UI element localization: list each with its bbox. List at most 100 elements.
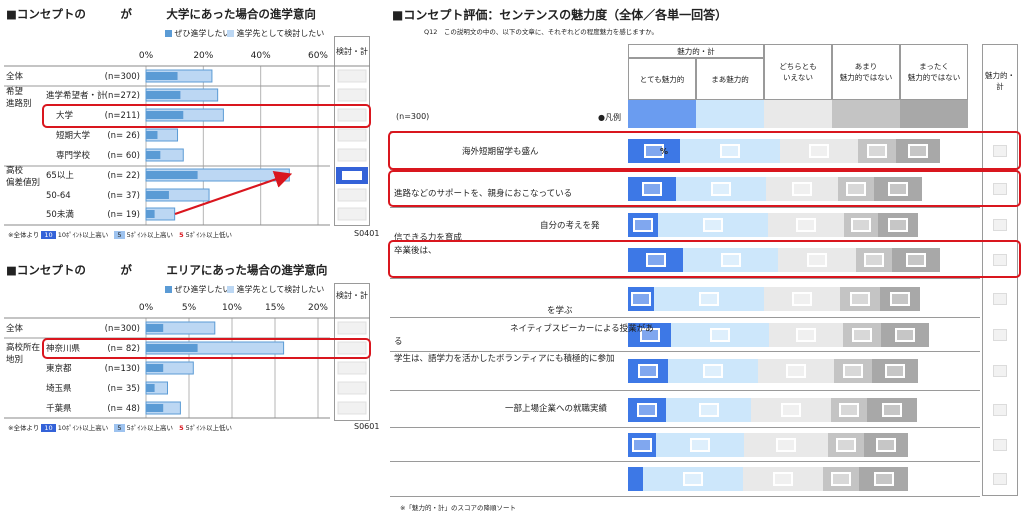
total-value-placeholder (993, 365, 1007, 377)
footnote-bottom: ※全体より 10 10ﾎﾟｲﾝﾄ以上高い 5 5ﾎﾟｲﾝﾄ以上高い 5 5ﾎﾟｲ… (8, 422, 232, 432)
footnote-badge-low: 5 (179, 424, 184, 432)
highlight-box-kanagawa (42, 338, 371, 359)
value-placeholder (786, 364, 806, 378)
n-label: (n=300) (396, 112, 430, 121)
sentence-label: ネイティブスピーカーによる授業があ (510, 324, 654, 334)
value-placeholder (638, 364, 658, 378)
highlight-row-2 (388, 170, 1021, 207)
col-header-1: とても魅力的 (628, 58, 696, 100)
total-value-placeholder (993, 473, 1007, 485)
value-placeholder (882, 403, 902, 417)
row-separator (390, 427, 980, 428)
legend-cell-1 (628, 100, 696, 128)
value-placeholder (796, 328, 816, 342)
value-placeholder (873, 472, 894, 486)
total-value-placeholder (993, 439, 1007, 451)
sentence-label: 一部上場企業への就職実績 (505, 404, 608, 414)
value-placeholder (637, 403, 657, 417)
value-placeholder (888, 218, 908, 232)
code-bottom: S0601 (354, 422, 380, 431)
total-cell (337, 321, 367, 335)
value-placeholder (852, 328, 872, 342)
legend-label: ●凡例 (598, 113, 621, 122)
chart-bottom-svg: 0% 5% 10% 15% 20%全体 (n=300)神奈川県 (n= 82)東京都 (n=1… (4, 303, 370, 419)
value-placeholder (703, 218, 723, 232)
row-separator (390, 496, 980, 497)
sentence-label: る (394, 337, 403, 347)
value-placeholder (710, 328, 730, 342)
category-label: 埼玉県 (46, 383, 72, 394)
value-placeholder (703, 364, 723, 378)
col-header-2: まあ魅力的 (696, 58, 764, 100)
total-cell (337, 361, 367, 375)
question-text: Q12 この説明文の中の、以下の文章に、それぞれどの程度魅力を感じますか。 (424, 28, 659, 36)
sentence-label: 学生は、語学力を活かしたボランティアにも積極的に参加 (394, 354, 615, 364)
header-group: 魅力的・計 (628, 44, 764, 58)
legend-cell-2 (696, 100, 764, 128)
legend-cell-4 (832, 100, 900, 128)
footnote-text: ※全体より (8, 424, 40, 432)
footnote-text: 10ﾎﾟｲﾝﾄ以上高い (57, 424, 109, 432)
footnote-badge-10: 10 (41, 424, 56, 432)
total-value-placeholder (993, 404, 1007, 416)
total-cell (337, 401, 367, 415)
bar-definitely (146, 384, 155, 392)
tick-label: 20% (308, 303, 328, 313)
highlight-row-1 (388, 131, 1021, 170)
total-value-placeholder (993, 329, 1007, 341)
row-separator (390, 278, 980, 279)
value-placeholder (699, 292, 719, 306)
value-placeholder (895, 328, 915, 342)
n-label: (n=300) (105, 324, 140, 334)
value-placeholder (776, 438, 796, 452)
stacked-segment (628, 467, 643, 491)
n-label: (n= 48) (107, 404, 140, 414)
value-placeholder (698, 403, 719, 417)
value-placeholder (690, 438, 710, 452)
bar-definitely (146, 324, 164, 332)
n-label: (n= 35) (107, 384, 140, 394)
footnote-badge-5: 5 (114, 424, 125, 432)
legend-cell-5 (900, 100, 968, 128)
total-cell (337, 381, 367, 395)
tick-label: 15% (265, 303, 285, 313)
value-placeholder (792, 292, 812, 306)
tick-label: 0% (139, 303, 154, 313)
total-value-placeholder (993, 219, 1007, 231)
row-separator (390, 207, 980, 208)
category-label: 全体 (6, 323, 24, 334)
right-footnote: ※「魅力的・計」のスコアの降順ソート (400, 504, 516, 512)
row-separator (390, 317, 980, 318)
col-header-5: まったく 魅力的ではない (900, 44, 968, 100)
n-label: (n=130) (105, 364, 140, 374)
right-title: ■コンセプト評価：センテンスの魅力度（全体／各単一回答） (392, 8, 728, 22)
group-label-prefecture: 高校所在 地別 (6, 343, 41, 365)
value-placeholder (885, 364, 905, 378)
sentence-label: を学ぶ (547, 306, 573, 316)
tick-label: 10% (222, 303, 242, 313)
row-separator (390, 461, 980, 462)
value-placeholder (781, 403, 801, 417)
value-placeholder (632, 438, 652, 452)
col-header-4: あまり 魅力的ではない (832, 44, 900, 100)
col-header-3: どちらとも いえない (764, 44, 832, 100)
footnote-text: 5ﾎﾟｲﾝﾄ以上高い (126, 424, 173, 432)
value-placeholder (839, 403, 859, 417)
value-placeholder (836, 438, 856, 452)
bar-definitely (146, 404, 164, 412)
value-placeholder (850, 292, 870, 306)
tick-label: 5% (182, 303, 197, 313)
value-placeholder (773, 472, 793, 486)
highlight-row-4 (388, 240, 1021, 278)
value-placeholder (831, 472, 851, 486)
footnote-text: 5ﾎﾟｲﾝﾄ以上低い (185, 424, 233, 432)
category-label: 東京都 (46, 363, 72, 374)
row-separator (390, 390, 980, 391)
category-label: 千葉県 (46, 403, 72, 414)
value-placeholder (633, 218, 653, 232)
total-value-placeholder (993, 293, 1007, 305)
legend-cell-3 (764, 100, 832, 128)
sentence-label: 自分の考えを発 (540, 221, 600, 231)
value-placeholder (851, 218, 871, 232)
value-placeholder (631, 292, 651, 306)
